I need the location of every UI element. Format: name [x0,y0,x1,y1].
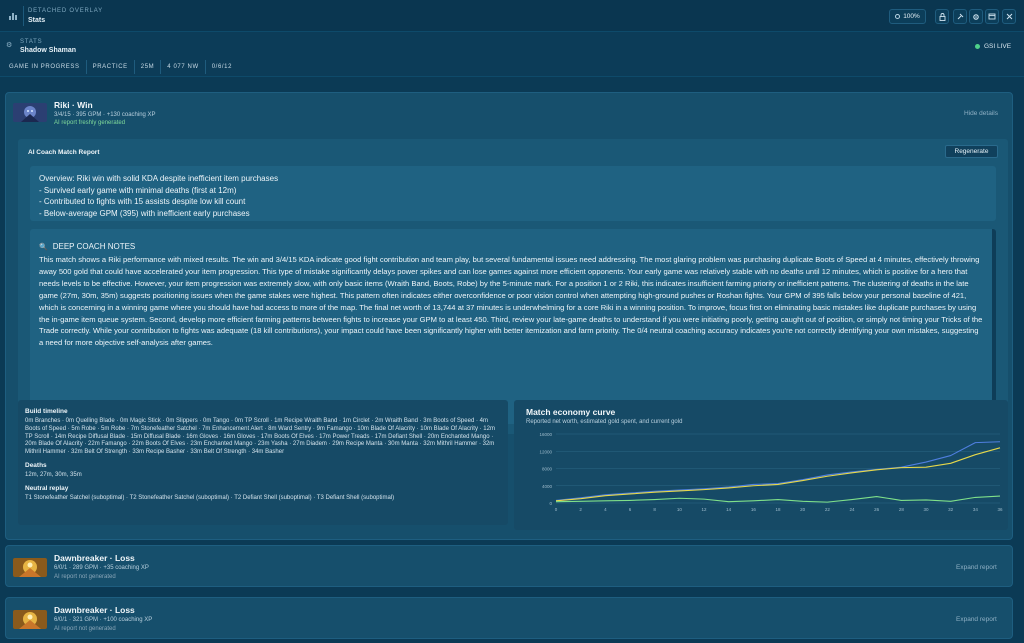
economy-chart: 04000800012000160000 2 4 6 8 10 12 14 16 18 20 22 24… [539,432,1003,512]
expand-report-link[interactable]: Expand report [956,616,997,623]
stats-icon [9,13,17,20]
settings-icon: ⚙ [6,42,13,49]
build-timeline-text: 0m Branches · 0m Quelling Blade · 0m Mag… [25,418,495,456]
dawnbreaker-portrait [13,558,47,577]
x-tick-label: 34 [973,507,979,512]
match-summary: 6/0/1 · 321 GPM · +100 coaching XP [54,617,153,623]
match-title: Dawnbreaker · Loss [54,605,135,615]
lock-button[interactable] [935,9,949,24]
overlay-label: DETACHED OVERLAY [28,8,103,14]
window-icon [988,13,996,20]
settings-button[interactable] [969,9,983,24]
expand-report-link[interactable]: Expand report [956,564,997,571]
match-card-dawnbreaker-2[interactable]: Dawnbreaker · Loss 6/0/1 · 321 GPM · +10… [5,597,1013,639]
y-tick-label: 12000 [539,449,552,454]
match-card-dawnbreaker-1[interactable]: Dawnbreaker · Loss 6/0/1 · 289 GPM · +35… [5,545,1013,587]
economy-chart-panel: Match economy curve Reported net worth, … [514,400,1008,530]
match-card-header[interactable]: Riki · Win 3/4/15 · 395 GPM · +130 coach… [6,93,1012,133]
chip-networth: 4 077 NW [161,60,206,74]
x-tick-label: 20 [800,507,806,512]
x-tick-label: 0 [555,507,558,512]
deep-coach-notes[interactable]: 🔍 DEEP COACH NOTES This match shows a Ri… [30,229,996,424]
chip-kda: 0/6/12 [211,64,233,70]
x-tick-label: 4 [604,507,607,512]
deep-notes-body: This match shows a Riki performance with… [39,255,983,348]
y-tick-label: 8000 [542,467,553,472]
dawnbreaker-portrait [13,610,47,629]
x-tick-label: 30 [923,507,929,512]
series-line-2 [555,447,1001,502]
x-tick-label: 2 [579,507,582,512]
deep-notes-title: DEEP COACH NOTES [52,242,136,251]
chip-mode: PRACTICE [87,60,135,74]
gear-icon [973,13,979,20]
x-tick-label: 18 [775,507,781,512]
chip-game-state: GAME IN PROGRESS [3,60,87,74]
x-tick-label: 12 [701,507,707,512]
x-tick-label: 10 [677,507,683,512]
match-card-riki: Riki · Win 3/4/15 · 395 GPM · +130 coach… [5,92,1013,540]
close-button[interactable] [1002,9,1016,24]
match-summary: 3/4/15 · 395 GPM · +130 coaching XP [54,112,156,118]
overview-line: Overview: Riki win with solid KDA despit… [39,174,279,183]
regenerate-button[interactable]: Regenerate [945,145,998,158]
live-dot-icon [975,44,980,49]
x-tick-label: 26 [874,507,880,512]
build-timeline-label: Build timeline [25,408,68,415]
riki-portrait [13,103,47,122]
x-tick-label: 14 [726,507,732,512]
zoom-icon [895,14,901,19]
report-status: AI report freshly generated [54,120,126,126]
build-timeline-panel: Build timeline 0m Branches · 0m Quelling… [18,400,508,525]
y-tick-label: 0 [549,501,552,506]
y-tick-label: 4000 [542,484,553,489]
match-title: Dawnbreaker · Loss [54,553,135,563]
x-tick-label: 36 [997,507,1003,512]
gsi-live-indicator: GSI LIVE [975,43,1011,50]
status-chips: GAME IN PROGRESS PRACTICE 25M 4 077 NW 0… [3,60,238,74]
neutral-replay-text: T1 Stonefeather Satchel (suboptimal) · T… [25,494,395,501]
window-button[interactable] [985,9,999,24]
hide-details-link[interactable]: Hide details [964,110,998,117]
match-title: Riki · Win [54,100,93,110]
report-title: AI Coach Match Report [28,149,100,156]
ai-coach-report: AI Coach Match Report Regenerate Overvie… [18,139,1008,434]
report-status: AI report not generated [54,574,116,580]
overview-line: - Survived early game with minimal death… [39,185,237,195]
y-tick-label: 16000 [539,432,552,437]
overview-line: - Contributed to fights with 15 assists … [39,197,246,206]
overview-box: Overview: Riki win with solid KDA despit… [30,166,996,221]
stats-section-label: STATS [20,39,43,45]
zoom-control[interactable]: 100% [889,9,926,24]
magnifier-icon: 🔍 [39,243,48,251]
title-bar: DETACHED OVERLAY Stats 100% [0,0,1024,32]
deaths-label: Deaths [25,461,47,469]
close-icon [1006,13,1012,20]
pin-icon [957,13,963,20]
deaths-text: 12m, 27m, 30m, 35m [25,471,82,478]
x-tick-label: 22 [825,507,831,512]
match-summary: 6/0/1 · 289 GPM · +35 coaching XP [54,565,149,571]
report-status: AI report not generated [54,626,116,632]
neutral-replay-label: Neutral replay [25,484,69,492]
hero-name: Shadow Shaman [20,47,77,54]
x-tick-label: 24 [849,507,855,512]
zoom-level: 100% [903,13,920,20]
x-tick-label: 16 [751,507,757,512]
x-tick-label: 8 [653,507,656,512]
pin-button[interactable] [953,9,967,24]
overview-line: - Below-average GPM (395) with inefficie… [39,208,250,218]
series-line-3 [555,495,1001,503]
lock-icon [939,12,945,21]
title-divider [23,6,24,26]
deep-notes-header: 🔍 DEEP COACH NOTES [39,242,983,251]
live-label: GSI LIVE [984,43,1012,50]
x-tick-label: 6 [629,507,632,512]
window-title: Stats [28,17,46,24]
x-tick-label: 28 [899,507,905,512]
chip-duration: 25M [135,60,162,74]
header-separator [0,76,1024,77]
series-line-1 [555,441,1001,501]
x-tick-label: 32 [948,507,954,512]
